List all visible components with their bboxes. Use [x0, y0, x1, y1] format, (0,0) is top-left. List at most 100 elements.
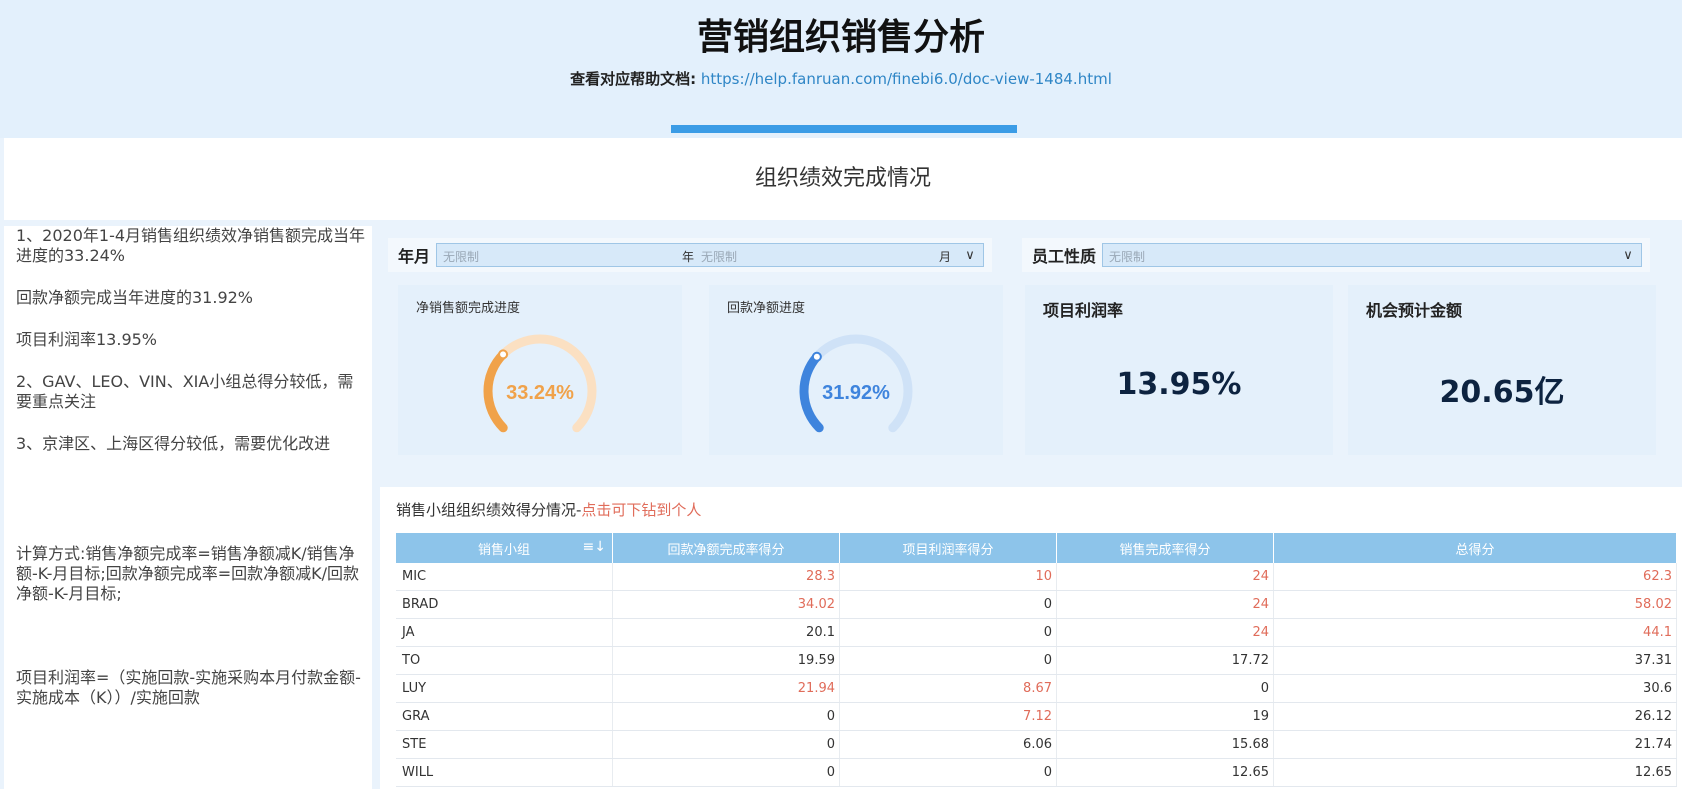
score-cell: 0 [839, 590, 1057, 619]
month-placeholder: 无限制 [701, 250, 738, 264]
group-name-cell[interactable]: TO [396, 646, 613, 675]
notes-panel: 1、2020年1-4月销售组织绩效净销售额完成当年进度的33.24% 回款净额完… [4, 226, 372, 789]
sales-progress-card: 净销售额完成进度 33.24% [398, 285, 682, 455]
group-score-panel: 销售小组组织绩效得分情况-点击可下钻到个人 销售小组 ≡↓ 回款净额完成率得分 … [380, 487, 1682, 789]
col-header-profit-score[interactable]: 项目利润率得分 [839, 533, 1057, 563]
section-title: 组织绩效完成情况 [4, 138, 1682, 220]
table-row[interactable]: WILL 0 0 12.65 12.65 [396, 758, 1677, 787]
score-cell: 26.12 [1273, 702, 1677, 731]
staff-filter[interactable]: 员工性质 无限制 ∨ [1022, 238, 1650, 272]
score-cell: 0 [839, 618, 1057, 647]
opportunity-title: 机会预计金额 [1366, 301, 1463, 320]
group-score-table: 销售小组 ≡↓ 回款净额完成率得分 项目利润率得分 销售完成率得分 总得分 MI… [396, 533, 1677, 787]
gauge-knob [811, 351, 822, 362]
group-name-cell[interactable]: STE [396, 730, 613, 759]
payment-progress-card: 回款净额进度 31.92% [709, 285, 1003, 455]
staff-label: 员工性质 [1032, 247, 1097, 266]
report-header: 营销组织销售分析 查看对应帮助文档: https://help.fanruan.… [0, 0, 1682, 138]
table-title: 销售小组组织绩效得分情况-点击可下钻到个人 [396, 499, 701, 520]
score-cell: 20.1 [612, 618, 840, 647]
help-line: 查看对应帮助文档: https://help.fanruan.com/fineb… [0, 68, 1682, 89]
active-tab-indicator [671, 125, 1017, 133]
staff-placeholder: 无限制 [1109, 250, 1146, 264]
score-cell: 0 [839, 646, 1057, 675]
gauge-fill [799, 352, 824, 433]
score-cell: 21.94 [612, 674, 840, 703]
note-5: 3、京津区、上海区得分较低，需要优化改进 [16, 434, 331, 453]
score-cell: 19.59 [612, 646, 840, 675]
col-header-total-score[interactable]: 总得分 [1273, 533, 1677, 563]
score-cell: 7.12 [839, 702, 1057, 731]
score-cell: 10 [839, 563, 1057, 591]
sort-icon[interactable]: ≡↓ [583, 539, 606, 555]
help-link[interactable]: https://help.fanruan.com/finebi6.0/doc-v… [701, 70, 1112, 88]
group-name-cell[interactable]: JA [396, 618, 613, 647]
staff-select[interactable]: 无限制 ∨ [1102, 243, 1642, 267]
score-cell: 19 [1056, 702, 1274, 731]
table-row[interactable]: MIC 28.3 10 24 62.3 [396, 563, 1677, 591]
table-header-row: 销售小组 ≡↓ 回款净额完成率得分 项目利润率得分 销售完成率得分 总得分 [396, 533, 1677, 563]
score-cell: 44.1 [1273, 618, 1677, 647]
gauge-value: 31.92% [822, 382, 890, 404]
group-name-cell[interactable]: BRAD [396, 590, 613, 619]
chevron-down-icon[interactable]: ∨ [957, 244, 983, 266]
score-cell: 17.72 [1056, 646, 1274, 675]
table-row[interactable]: STE 0 6.06 15.68 21.74 [396, 730, 1677, 759]
score-cell: 0 [612, 702, 840, 731]
sales-progress-gauge: 33.24% [483, 334, 597, 433]
score-cell: 58.02 [1273, 590, 1677, 619]
score-cell: 6.06 [839, 730, 1057, 759]
yearmonth-input[interactable]: 无限制 年 无限制 月 ∨ [436, 243, 984, 267]
score-cell: 37.31 [1273, 646, 1677, 675]
col-header-label: 销售小组 [477, 542, 530, 558]
opportunity-card: 机会预计金额 20.65亿 [1348, 285, 1656, 455]
score-cell: 0 [612, 730, 840, 759]
group-name-cell[interactable]: MIC [396, 563, 613, 591]
note-calc: 计算方式:销售净额完成率=销售净额减K/销售净额-K-月目标;回款净额完成率=回… [16, 544, 360, 603]
help-label: 查看对应帮助文档: [570, 70, 697, 88]
yearmonth-filter[interactable]: 年月 无限制 年 无限制 月 ∨ [388, 238, 992, 272]
gauge-knob [498, 349, 509, 360]
chevron-down-icon[interactable]: ∨ [1615, 244, 1641, 266]
table-row[interactable]: BRAD 34.02 0 24 58.02 [396, 590, 1677, 619]
gauge-value: 33.24% [506, 382, 574, 404]
drill-hint[interactable]: 点击可下钻到个人 [581, 501, 701, 519]
gauge-fill [483, 349, 508, 433]
score-cell: 8.67 [839, 674, 1057, 703]
table-row[interactable]: JA 20.1 0 24 44.1 [396, 618, 1677, 647]
score-cell: 30.6 [1273, 674, 1677, 703]
score-cell: 34.02 [612, 590, 840, 619]
table-title-text: 销售小组组织绩效得分情况- [396, 501, 582, 519]
score-cell: 28.3 [612, 563, 840, 591]
score-cell: 12.65 [1273, 758, 1677, 787]
score-cell: 24 [1056, 618, 1274, 647]
year-unit: 年 [682, 250, 695, 264]
payment-progress-gauge: 31.92% [799, 334, 913, 433]
score-cell: 21.74 [1273, 730, 1677, 759]
group-name-cell[interactable]: GRA [396, 702, 613, 731]
profit-rate-card: 项目利润率 13.95% [1025, 285, 1333, 455]
table-row[interactable]: TO 19.59 0 17.72 37.31 [396, 646, 1677, 675]
score-cell: 0 [1056, 674, 1274, 703]
group-name-cell[interactable]: WILL [396, 758, 613, 787]
year-placeholder: 无限制 [443, 250, 480, 264]
month-unit: 月 [939, 250, 952, 264]
table-row[interactable]: LUY 21.94 8.67 0 30.6 [396, 674, 1677, 703]
yearmonth-label: 年月 [398, 247, 431, 266]
group-name-cell[interactable]: LUY [396, 674, 613, 703]
note-3: 项目利润率13.95% [16, 330, 158, 349]
note-4: 2、GAV、LEO、VIN、XIA小组总得分较低，需要重点关注 [16, 372, 354, 411]
score-cell: 0 [612, 758, 840, 787]
page-title: 营销组织销售分析 [696, 17, 985, 58]
score-cell: 24 [1056, 590, 1274, 619]
score-cell: 62.3 [1273, 563, 1677, 591]
profit-rate-value: 13.95% [1116, 367, 1242, 402]
profit-rate-title: 项目利润率 [1043, 301, 1124, 320]
col-header-payment-score[interactable]: 回款净额完成率得分 [612, 533, 840, 563]
score-cell: 15.68 [1056, 730, 1274, 759]
score-cell: 12.65 [1056, 758, 1274, 787]
col-header-sales-score[interactable]: 销售完成率得分 [1056, 533, 1274, 563]
note-2: 回款净额完成当年进度的31.92% [16, 288, 254, 307]
col-header-group[interactable]: 销售小组 ≡↓ [396, 533, 613, 563]
table-row[interactable]: GRA 0 7.12 19 26.12 [396, 702, 1677, 731]
